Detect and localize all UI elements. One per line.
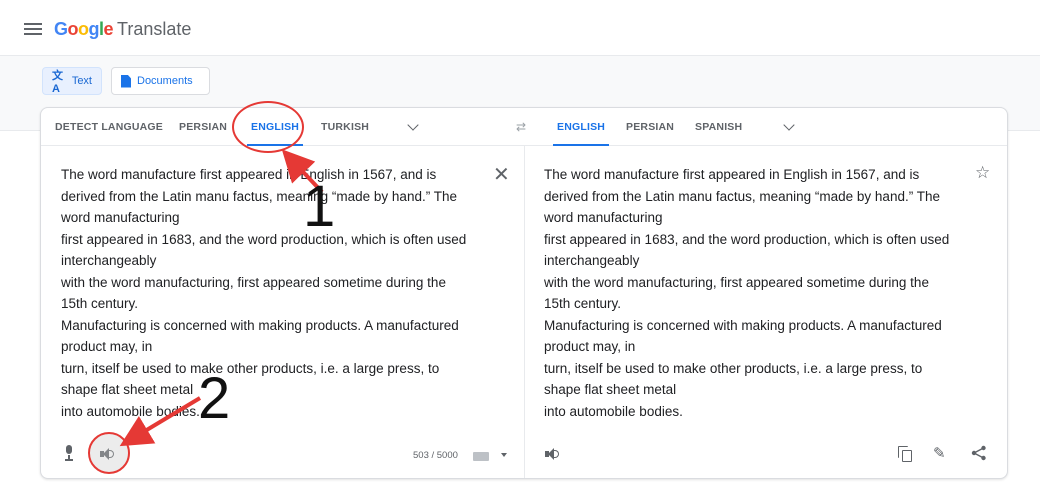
source-more-languages-chevron-icon[interactable] [407,119,419,131]
listen-translation-speaker-icon[interactable] [545,447,559,461]
swap-languages-icon[interactable]: ⇄ [516,120,526,134]
translate-wordmark: Translate [117,19,192,39]
tab-source-turkish[interactable]: TURKISH [321,108,369,146]
save-translation-star-icon[interactable]: ☆ [975,163,990,183]
keyboard-icon[interactable] [473,452,489,461]
microphone-icon[interactable] [63,445,75,461]
tab-target-english[interactable]: ENGLISH [552,108,610,146]
panel-divider [524,146,525,478]
translate-icon: 文A [52,70,63,95]
menu-icon[interactable] [24,22,42,36]
text-mode-label: Text [71,75,92,87]
suggest-edit-pencil-icon[interactable]: ✎ [933,444,946,462]
listen-source-speaker-icon[interactable] [100,447,114,461]
translated-text-output: The word manufacture first appeared in E… [544,167,950,419]
tab-source-english[interactable]: ENGLISH [246,108,304,146]
language-bar: DETECT LANGUAGE PERSIAN ENGLISH TURKISH … [41,108,1007,146]
text-mode-button[interactable]: 文A Text [42,67,102,95]
copy-translation-icon[interactable] [898,446,914,462]
app-logo[interactable]: Google Translate [54,19,191,40]
share-icon[interactable] [971,445,987,461]
tab-target-persian[interactable]: PERSIAN [626,108,674,146]
tab-source-persian[interactable]: PERSIAN [179,108,227,146]
google-wordmark: Google [54,19,114,39]
keyboard-dropdown-icon[interactable] [501,453,507,457]
documents-mode-button[interactable]: Documents [111,67,210,95]
document-icon [121,74,131,88]
documents-mode-label: Documents [137,75,193,87]
translation-panel: DETECT LANGUAGE PERSIAN ENGLISH TURKISH … [40,107,1008,479]
tab-target-spanish[interactable]: SPANISH [695,108,742,146]
source-text-input[interactable]: The word manufacture first appeared in E… [61,164,491,422]
target-more-languages-chevron-icon[interactable] [783,119,795,131]
tab-detect-language[interactable]: DETECT LANGUAGE [55,108,163,146]
clear-source-close-icon[interactable]: ✕ [493,162,510,187]
character-counter: 503 / 5000 [413,450,458,461]
top-bar: Google Translate [0,0,1040,56]
